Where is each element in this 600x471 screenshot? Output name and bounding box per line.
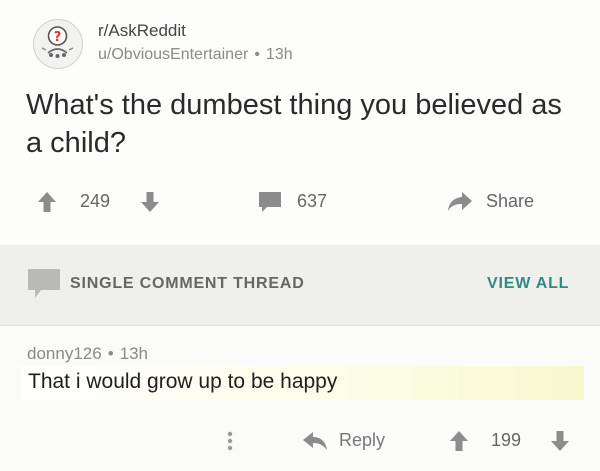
comment-body-highlight: That i would grow up to be happy xyxy=(22,366,584,400)
meta-separator: • xyxy=(254,46,260,63)
more-options-button[interactable] xyxy=(226,430,234,457)
comment-icon xyxy=(259,192,281,212)
comment-downvote-button[interactable] xyxy=(550,430,570,457)
subreddit-avatar-icon[interactable]: ? xyxy=(33,19,83,69)
view-all-button[interactable]: VIEW ALL xyxy=(487,275,569,293)
comment-upvote-button[interactable] xyxy=(449,430,469,457)
more-icon xyxy=(227,431,233,451)
comment-age: 13h xyxy=(119,344,149,363)
downvote-icon xyxy=(141,192,159,212)
upvote-icon xyxy=(38,192,56,212)
comments-button[interactable] xyxy=(258,191,282,213)
post-score: 249 xyxy=(80,191,111,211)
svg-text:?: ? xyxy=(54,30,62,45)
comment-text: That i would grow up to be happy xyxy=(28,370,338,393)
share-label[interactable]: Share xyxy=(486,191,534,212)
comment-icon xyxy=(27,268,61,305)
post-author[interactable]: u/ObviousEntertainer xyxy=(98,46,248,63)
reply-button[interactable] xyxy=(302,431,328,456)
post-title[interactable]: What's the dumbest thing you believed as… xyxy=(26,86,566,162)
upvote-button[interactable] xyxy=(37,191,57,213)
post-card: ? r/AskReddit u/ObviousEntertainer • 13h W… xyxy=(0,0,600,245)
thread-label: SINGLE COMMENT THREAD xyxy=(70,275,305,292)
downvote-button[interactable] xyxy=(140,191,160,213)
upvote-icon xyxy=(450,431,468,451)
meta-separator: • xyxy=(107,344,114,363)
single-thread-bar: SINGLE COMMENT THREAD VIEW ALL xyxy=(0,245,600,325)
comment-actions: Reply 199 xyxy=(0,426,600,458)
downvote-icon xyxy=(551,431,569,451)
comment-meta: donny126 • 13h xyxy=(27,344,148,364)
post-age: 13h xyxy=(265,46,293,63)
reply-icon xyxy=(303,432,327,450)
comment-count[interactable]: 637 xyxy=(297,191,327,212)
comment-author[interactable]: donny126 xyxy=(27,344,102,363)
share-icon xyxy=(448,192,472,211)
reply-label[interactable]: Reply xyxy=(339,430,385,451)
comment-score: 199 xyxy=(491,430,522,450)
post-meta: u/ObviousEntertainer • 13h xyxy=(98,46,293,64)
share-button[interactable] xyxy=(447,191,473,213)
post-actions: 249 637 Share xyxy=(0,185,600,225)
comment: donny126 • 13h That i would grow up to be … xyxy=(0,326,600,471)
subreddit-name[interactable]: r/AskReddit xyxy=(98,21,186,41)
